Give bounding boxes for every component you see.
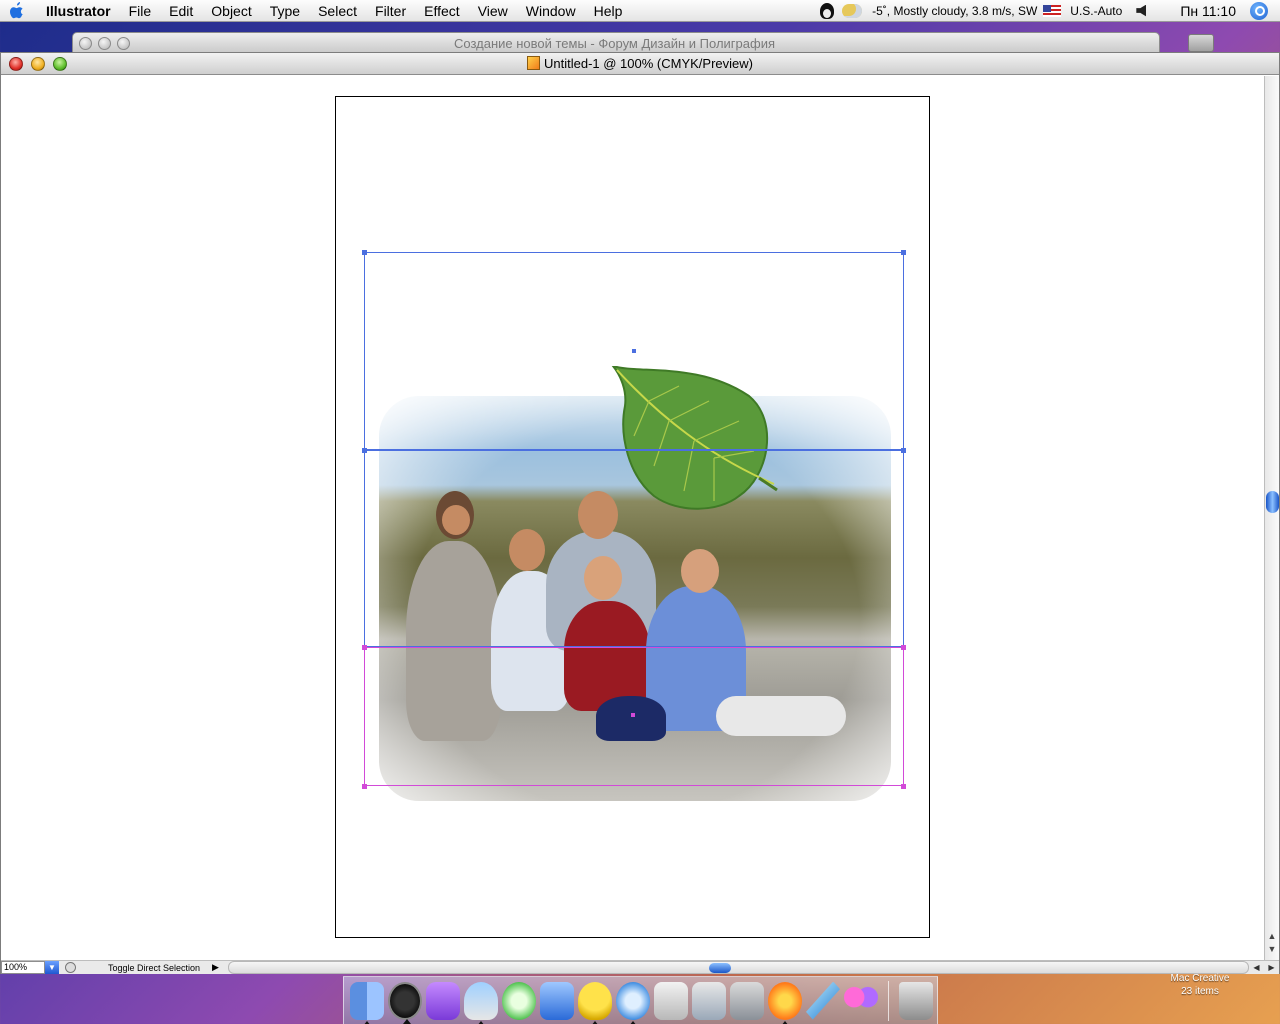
scroll-down-arrow-icon[interactable]: ▼ <box>1267 944 1277 954</box>
menu-edit[interactable]: Edit <box>160 0 202 22</box>
status-menu-arrow-icon[interactable]: ▶ <box>212 962 222 973</box>
menu-view[interactable]: View <box>469 0 517 22</box>
status-menu-icon[interactable] <box>65 962 76 973</box>
document-window: Untitled-1 @ 100% (CMYK/Preview) ▲ ▼ 100… <box>0 52 1280 974</box>
desktop-folder-count: 23 items <box>1181 986 1219 997</box>
menu-bar: Illustrator File Edit Object Type Select… <box>0 0 1280 22</box>
apple-menu-icon[interactable] <box>0 1 34 20</box>
scroll-up-arrow-icon[interactable]: ▲ <box>1267 931 1277 941</box>
trash-icon[interactable] <box>899 981 933 1020</box>
menu-filter[interactable]: Filter <box>366 0 415 22</box>
close-icon[interactable] <box>9 56 23 71</box>
system-info-icon[interactable] <box>654 981 688 1020</box>
weather-icon[interactable] <box>842 3 863 18</box>
center-point-handle[interactable] <box>632 349 636 353</box>
illustrator-file-icon <box>527 56 540 70</box>
adium-duck-icon[interactable] <box>578 981 612 1024</box>
weather-app-icon[interactable] <box>464 981 498 1024</box>
mail-icon[interactable] <box>692 981 726 1020</box>
minimize-icon[interactable] <box>31 56 45 71</box>
us-flag-icon[interactable] <box>1043 4 1062 17</box>
itunes-icon[interactable] <box>502 981 536 1020</box>
inactive-minimize-icon[interactable] <box>98 36 111 50</box>
selection-handle[interactable] <box>901 448 906 453</box>
finder-icon[interactable] <box>350 981 384 1024</box>
dashboard-icon[interactable] <box>388 981 422 1024</box>
menu-extras: -5˚, Mostly cloudy, 3.8 m/s, SW U.S.-Aut… <box>820 0 1280 22</box>
scroll-left-arrow-icon[interactable]: ◀ <box>1253 963 1259 972</box>
vertical-scrollbar[interactable]: ▲ ▼ <box>1264 76 1279 961</box>
toolbar-toggle-button[interactable] <box>1188 34 1214 52</box>
menu-window[interactable]: Window <box>517 0 585 22</box>
ichat-icon[interactable] <box>426 981 460 1020</box>
inactive-zoom-icon[interactable] <box>117 36 130 50</box>
selection-handle[interactable] <box>901 250 906 255</box>
status-label: Toggle Direct Selection <box>108 962 201 973</box>
selection-handle[interactable] <box>362 645 367 650</box>
selection-handle[interactable] <box>362 250 367 255</box>
menu-file[interactable]: File <box>120 0 161 22</box>
scroll-right-arrow-icon[interactable]: ▶ <box>1268 963 1274 972</box>
status-bar: 100% ▼ Toggle Direct Selection ▶ ◀ ▶ <box>1 960 1279 974</box>
zoom-icon[interactable] <box>53 56 67 71</box>
menu-help[interactable]: Help <box>585 0 632 22</box>
background-window-titlebar[interactable]: Создание новой темы - Форум Дизайн и Пол… <box>72 32 1160 54</box>
menu-clock[interactable]: Пн 11:10 <box>1162 3 1250 19</box>
selection-handle[interactable] <box>362 448 367 453</box>
menu-type[interactable]: Type <box>261 0 309 22</box>
zoom-level-field[interactable]: 100% <box>1 961 45 974</box>
feather-icon[interactable] <box>806 981 840 1020</box>
dock-separator <box>888 980 889 1021</box>
print-queue-icon[interactable] <box>730 981 764 1020</box>
vertical-scroll-thumb[interactable] <box>1266 491 1279 513</box>
inactive-close-icon[interactable] <box>79 36 92 50</box>
selection-bounding-box[interactable] <box>364 450 904 647</box>
menu-effect[interactable]: Effect <box>415 0 469 22</box>
butterfly-icon[interactable] <box>844 981 878 1020</box>
spotlight-icon[interactable] <box>1250 1 1268 20</box>
selection-handle[interactable] <box>901 784 906 789</box>
tux-icon[interactable] <box>820 2 835 19</box>
selection-handle[interactable] <box>901 645 906 650</box>
desktop-folder-label: Mac Creative 23 items <box>1160 972 1240 998</box>
background-window-title: Создание новой темы - Форум Дизайн и Пол… <box>453 35 775 51</box>
input-source[interactable]: U.S.-Auto <box>1064 4 1128 18</box>
zoom-dropdown-icon[interactable]: ▼ <box>45 961 59 974</box>
horizontal-scroll-thumb[interactable] <box>709 963 731 973</box>
menu-select[interactable]: Select <box>309 0 366 22</box>
selection-handle[interactable] <box>362 784 367 789</box>
artwork-canvas[interactable] <box>1 76 1265 961</box>
document-titlebar[interactable]: Untitled-1 @ 100% (CMYK/Preview) <box>1 53 1279 75</box>
weather-status[interactable]: -5˚, Mostly cloudy, 3.8 m/s, SW <box>866 4 1043 18</box>
desktop-folder-name: Mac Creative <box>1170 973 1230 984</box>
document-title: Untitled-1 @ 100% (CMYK/Preview) <box>1 53 1279 75</box>
dock <box>343 976 938 1024</box>
document-title-text: Untitled-1 @ 100% (CMYK/Preview) <box>544 56 753 71</box>
menu-app-name[interactable]: Illustrator <box>34 0 120 22</box>
anchor-point-handle[interactable] <box>631 713 635 717</box>
menu-object[interactable]: Object <box>202 0 260 22</box>
flower-icon[interactable] <box>768 981 802 1024</box>
volume-icon[interactable] <box>1136 4 1147 17</box>
horizontal-scrollbar[interactable] <box>228 961 1249 974</box>
safari-icon[interactable] <box>616 981 650 1024</box>
word-icon[interactable] <box>540 981 574 1020</box>
